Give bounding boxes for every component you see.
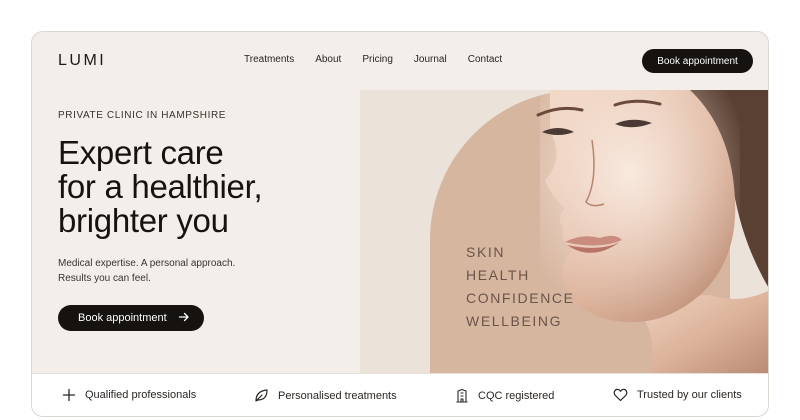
feature-label: Qualified professionals (85, 389, 197, 401)
book-appointment-hero-button[interactable]: Book appointment (58, 305, 204, 331)
subtext-line-2: Results you can feel. (58, 273, 151, 284)
nav-about[interactable]: About (315, 54, 341, 65)
feature-trusted: Trusted by our clients (613, 388, 742, 402)
feature-label: Trusted by our clients (637, 389, 742, 401)
feature-qualified: Qualified professionals (62, 388, 196, 402)
tag-wellbeing: WELLBEING (466, 313, 563, 329)
heart-icon (613, 388, 628, 402)
headline-line-3: brighter you (58, 202, 229, 239)
feature-cqc: CQC registered (455, 388, 554, 403)
hero-headline: Expert care for a healthier, brighter yo… (58, 136, 358, 238)
feature-label: Personalised treatments (278, 389, 397, 402)
features-bar: Qualified professionals Personalised tre… (32, 373, 768, 416)
subtext-line-1: Medical expertise. A personal approach. (58, 258, 236, 269)
headline-line-2: for a healthier, (58, 168, 263, 205)
tag-skin: SKIN (466, 244, 506, 260)
tag-health: HEALTH (466, 267, 530, 283)
hero-subtext: Medical expertise. A personal approach. … (58, 256, 298, 286)
plus-icon (62, 388, 76, 402)
nav-pricing[interactable]: Pricing (362, 54, 393, 65)
hero-tags: SKIN HEALTH CONFIDENCE WELLBEING (466, 241, 575, 333)
feature-label: CQC registered (478, 389, 555, 402)
hero-eyebrow: PRIVATE CLINIC IN HAMPSHIRE (58, 110, 227, 121)
main-nav: Treatments About Pricing Journal Contact (244, 54, 523, 65)
hero-button-label: Book appointment (78, 312, 167, 324)
leaf-icon (255, 389, 268, 402)
tag-confidence: CONFIDENCE (466, 290, 575, 306)
hero-image: SKIN HEALTH CONFIDENCE WELLBEING (360, 90, 768, 373)
logo[interactable]: LUMI (58, 52, 106, 70)
landing-page: LUMI Treatments About Pricing Journal Co… (31, 31, 769, 417)
nav-treatments[interactable]: Treatments (244, 54, 294, 65)
nav-contact[interactable]: Contact (468, 54, 502, 65)
feature-personalised: Personalised treatments (254, 388, 397, 403)
headline-line-1: Expert care (58, 134, 224, 171)
site-header: LUMI Treatments About Pricing Journal Co… (32, 32, 768, 90)
nav-journal[interactable]: Journal (414, 54, 447, 65)
arrow-right-icon (178, 312, 189, 322)
building-icon (456, 388, 468, 403)
book-appointment-header-button[interactable]: Book appointment (642, 49, 753, 73)
